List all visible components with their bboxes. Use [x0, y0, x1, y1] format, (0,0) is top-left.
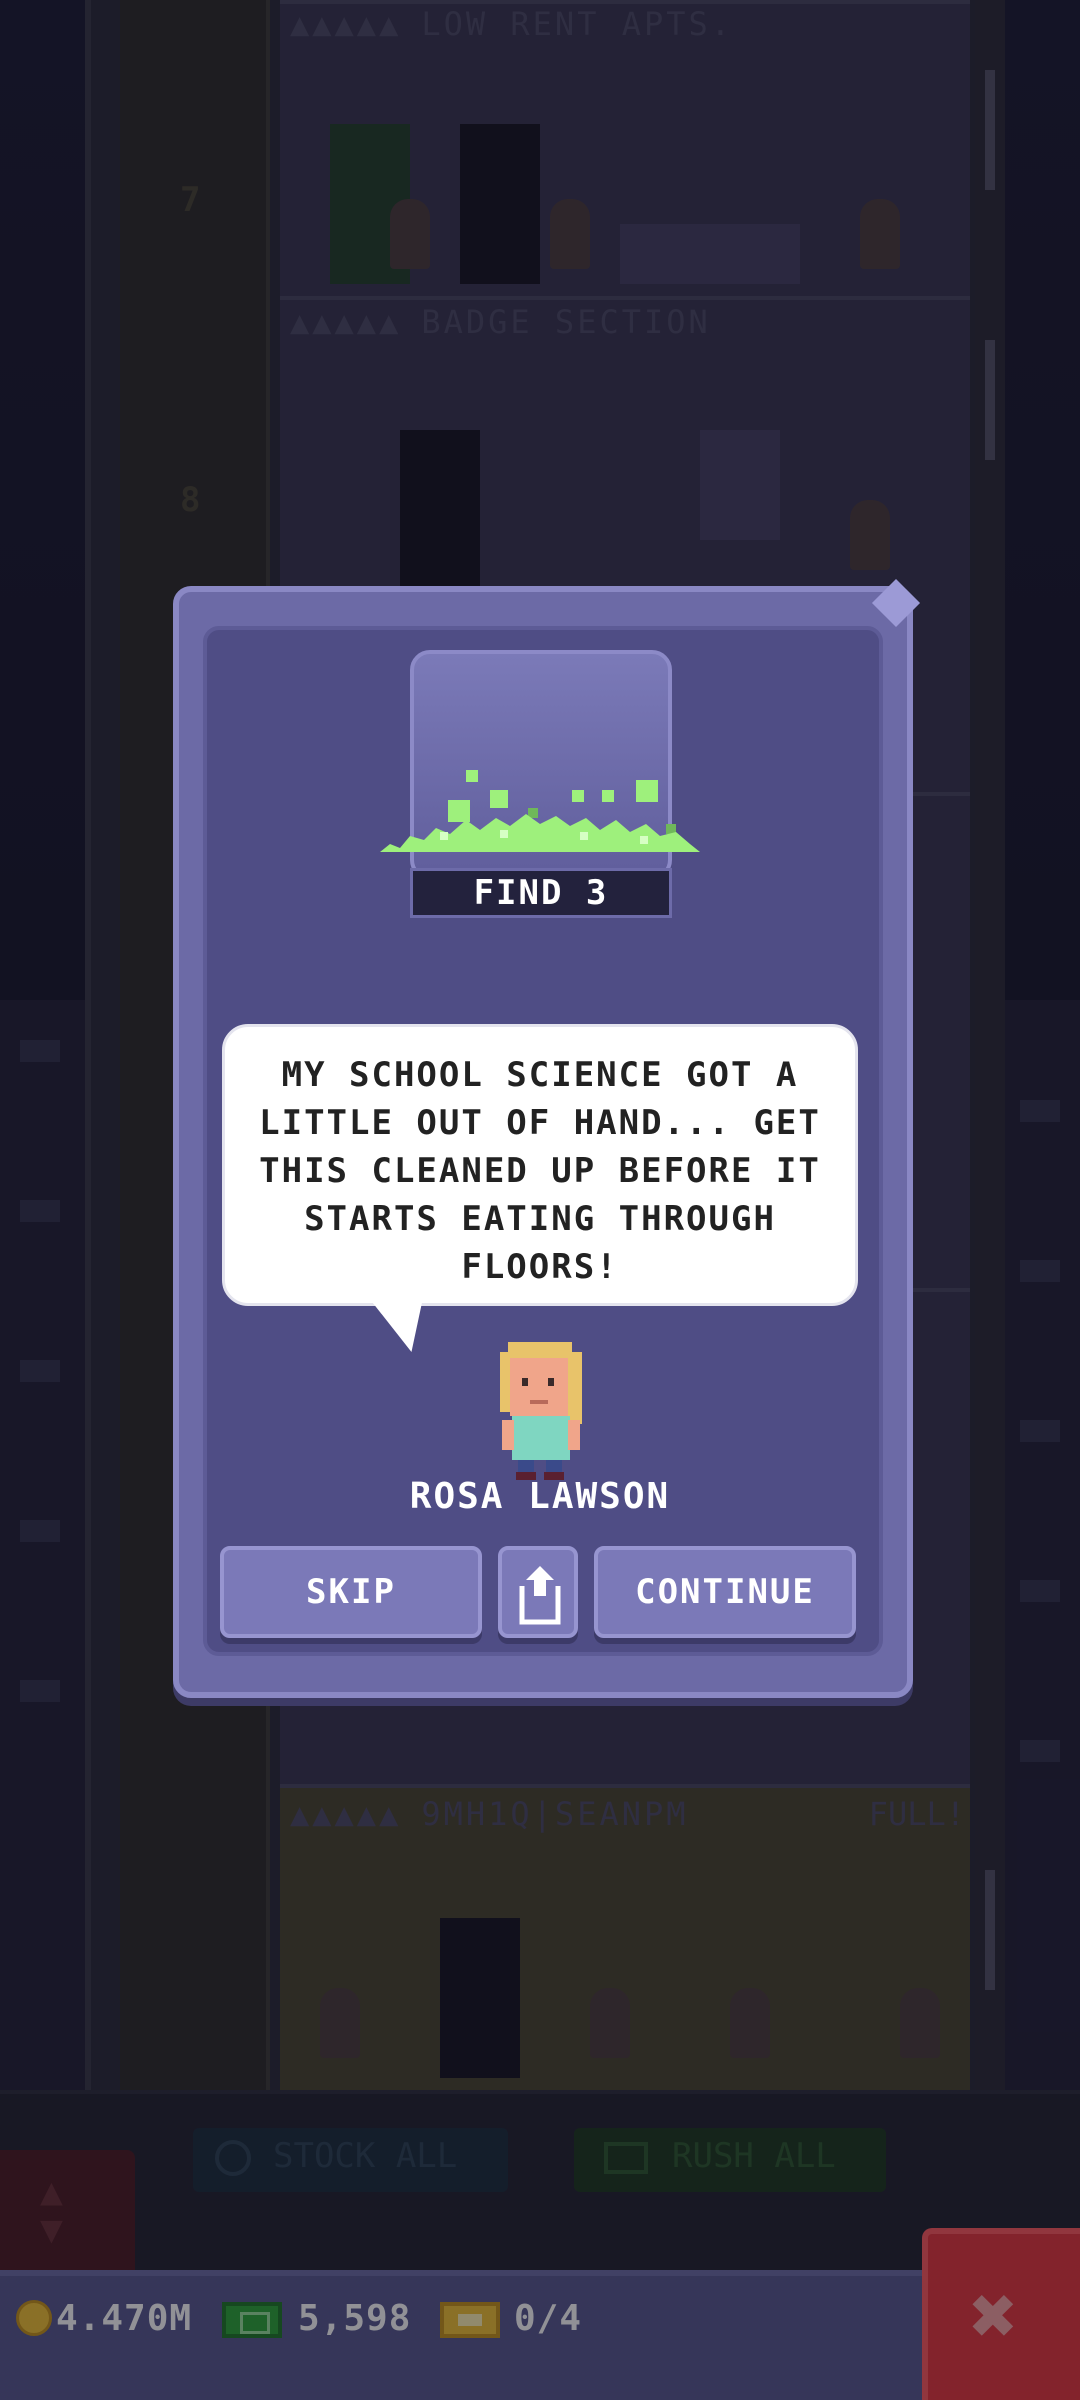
share-button[interactable] — [498, 1546, 578, 1638]
window — [1020, 1740, 1060, 1762]
ticket-icon — [440, 2302, 500, 2338]
resident[interactable] — [860, 199, 900, 269]
star-rating: ▲▲▲▲▲ — [290, 5, 402, 43]
rush-all-label: RUSH ALL — [672, 2136, 836, 2176]
picture-frame — [700, 430, 780, 540]
apartment-door — [460, 124, 540, 284]
toxic-goo-icon — [380, 770, 700, 852]
continue-button[interactable]: CONTINUE — [594, 1546, 856, 1638]
window — [20, 1360, 60, 1382]
tower-rail — [975, 0, 1005, 2090]
resident[interactable] — [390, 199, 430, 269]
resident[interactable] — [850, 500, 890, 570]
window — [1020, 1260, 1060, 1282]
ticket-count: 0/4 — [514, 2298, 583, 2339]
bux-icon — [222, 2302, 282, 2338]
rail-notch — [985, 340, 995, 460]
npc-avatar — [500, 1342, 582, 1480]
share-icon — [519, 1566, 561, 1625]
resident[interactable] — [550, 199, 590, 269]
floor-label: ▲▲▲▲▲ 9MH1Q|SEANPM — [290, 1795, 689, 1833]
close-icon: ✖ — [970, 2269, 1019, 2362]
coin-count: 4.470M — [56, 2298, 193, 2339]
window — [1020, 1100, 1060, 1122]
floor-name: BADGE SECTION — [421, 303, 711, 341]
clock-icon — [215, 2140, 251, 2176]
floor-low-rent-apts[interactable] — [280, 0, 970, 300]
resident[interactable] — [320, 1988, 360, 2058]
window — [20, 1680, 60, 1702]
mission-goal-label: FIND 3 — [410, 868, 672, 918]
stock-all-button[interactable]: STOCK ALL — [193, 2128, 508, 2192]
bux-count: 5,598 — [298, 2298, 412, 2339]
floor-name: 9MH1Q|SEANPM — [421, 1795, 689, 1833]
couch — [620, 224, 800, 284]
floor-name: LOW RENT APTS. — [421, 5, 734, 43]
rush-all-button[interactable]: RUSH ALL — [574, 2128, 886, 2192]
shop-door — [400, 430, 480, 590]
speech-bubble: MY SCHOOL SCIENCE GOT A LITTLE OUT OF HA… — [222, 1024, 858, 1306]
star-rating: ▲▲▲▲▲ — [290, 303, 402, 341]
floor-label: ▲▲▲▲▲ BADGE SECTION — [290, 303, 711, 341]
rail-notch — [985, 1870, 995, 1990]
resident[interactable] — [730, 1988, 770, 2058]
npc-name: ROSA LAWSON — [409, 1476, 671, 1517]
floor-label: ▲▲▲▲▲ LOW RENT APTS. — [290, 5, 733, 43]
window — [20, 1040, 60, 1062]
close-button[interactable]: ✖ — [922, 2228, 1080, 2400]
stock-all-label: STOCK ALL — [273, 2136, 458, 2176]
elevator-floor-number: 8 — [180, 480, 201, 520]
elevator-floor-number: 7 — [180, 180, 201, 220]
bottom-action-panel — [0, 2090, 1080, 2270]
coin-icon — [16, 2300, 52, 2336]
window — [1020, 1580, 1060, 1602]
elevator-control-button[interactable]: ▲ ▼ — [0, 2150, 135, 2270]
shop-door — [440, 1918, 520, 2078]
window — [20, 1520, 60, 1542]
rail-notch — [985, 70, 995, 190]
bux-icon — [604, 2142, 648, 2174]
window — [20, 1200, 60, 1222]
window — [1020, 1420, 1060, 1442]
floor-full-status: FULL! — [868, 1795, 965, 1833]
resident[interactable] — [900, 1988, 940, 2058]
star-rating: ▲▲▲▲▲ — [290, 1795, 402, 1833]
neighbor-building-left — [0, 1000, 90, 2100]
skip-button[interactable]: SKIP — [220, 1546, 482, 1638]
up-down-arrows-icon: ▲ ▼ — [40, 2169, 63, 2251]
resident[interactable] — [590, 1988, 630, 2058]
